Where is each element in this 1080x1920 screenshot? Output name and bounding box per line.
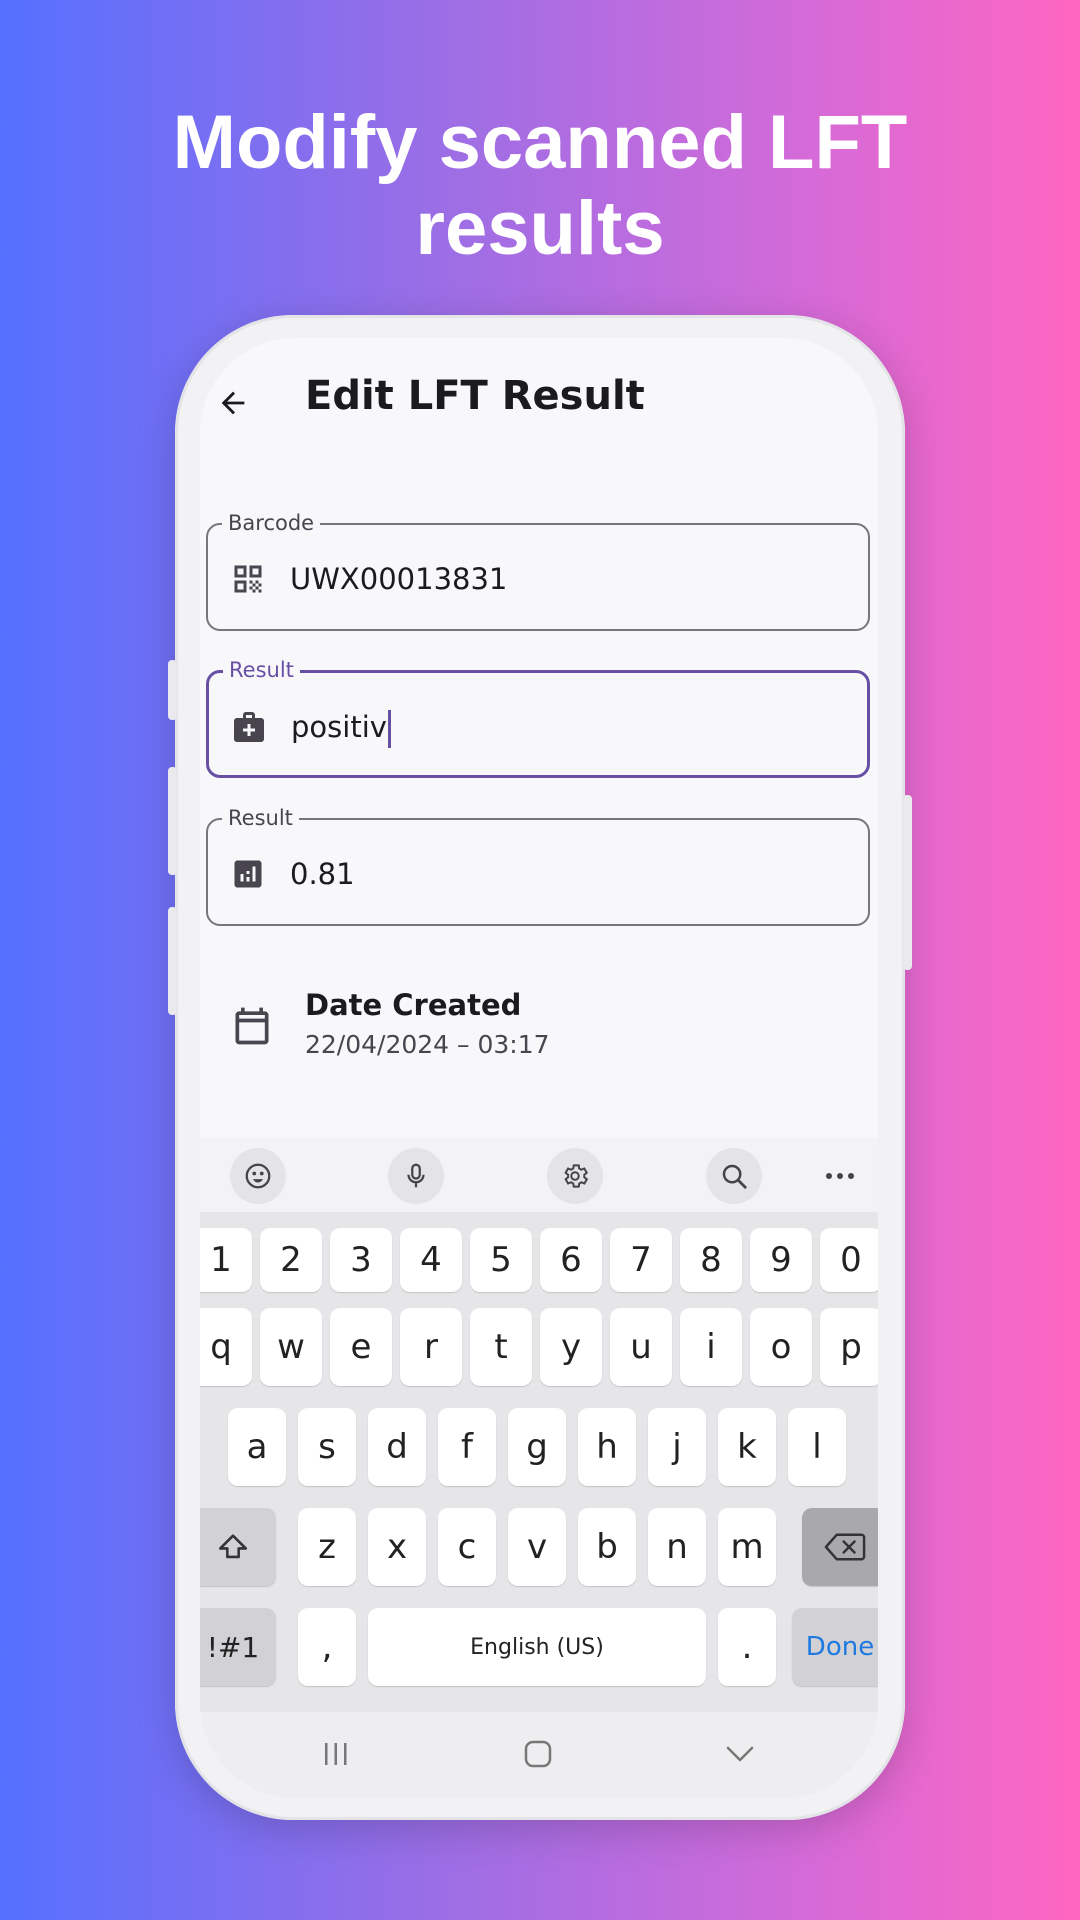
key-j[interactable]: j xyxy=(648,1408,706,1486)
more-icon xyxy=(826,1173,854,1179)
key-6[interactable]: 6 xyxy=(540,1228,602,1292)
comma-key[interactable]: , xyxy=(298,1608,356,1686)
key-5[interactable]: 5 xyxy=(470,1228,532,1292)
settings-icon xyxy=(564,1164,589,1188)
system-nav-bar xyxy=(200,1712,878,1798)
phone-volume-up-button xyxy=(168,767,177,875)
headline: Modify scanned LFT results xyxy=(0,100,1080,272)
home-icon xyxy=(524,1740,552,1768)
backspace-key[interactable] xyxy=(802,1508,878,1586)
shift-icon xyxy=(218,1534,248,1559)
key-m[interactable]: m xyxy=(718,1508,776,1586)
key-w[interactable]: w xyxy=(260,1308,322,1386)
key-k[interactable]: k xyxy=(718,1408,776,1486)
result-text-value: positiv xyxy=(291,710,387,744)
key-v[interactable]: v xyxy=(508,1508,566,1586)
symbols-key[interactable]: !#1 xyxy=(200,1608,276,1686)
backspace-icon xyxy=(824,1533,866,1561)
key-t[interactable]: t xyxy=(470,1308,532,1386)
barcode-label: Barcode xyxy=(222,511,321,535)
headline-line-2: results xyxy=(415,186,665,271)
key-e[interactable]: e xyxy=(330,1308,392,1386)
phone-side-button xyxy=(168,660,177,720)
result-text-input[interactable]: positiv xyxy=(291,707,391,748)
result-score-label: Result xyxy=(222,806,299,830)
medical-bag-icon xyxy=(234,712,264,742)
recents-icon xyxy=(325,1743,347,1765)
shift-key[interactable] xyxy=(200,1508,276,1586)
key-h[interactable]: h xyxy=(578,1408,636,1486)
key-a[interactable]: a xyxy=(228,1408,286,1486)
barcode-field[interactable]: Barcode UWX00013831 xyxy=(206,511,870,631)
key-z[interactable]: z xyxy=(298,1508,356,1586)
app-screen: Edit LFT Result Barcode UWX00013831 Resu… xyxy=(200,338,878,1798)
key-f[interactable]: f xyxy=(438,1408,496,1486)
done-key[interactable]: Done xyxy=(792,1608,878,1686)
key-d[interactable]: d xyxy=(368,1408,426,1486)
keyboard-settings-button[interactable] xyxy=(547,1148,603,1204)
qr-code-icon xyxy=(234,565,262,593)
emoji-button[interactable] xyxy=(230,1148,286,1204)
result-score-value: 0.81 xyxy=(290,857,355,891)
key-l[interactable]: l xyxy=(788,1408,846,1486)
date-created-value: 22/04/2024 – 03:17 xyxy=(305,1030,550,1059)
key-b[interactable]: b xyxy=(578,1508,636,1586)
period-key[interactable]: . xyxy=(718,1608,776,1686)
arrow-left-icon xyxy=(221,391,245,415)
keyboard-toolbar xyxy=(200,1138,878,1212)
phone-volume-down-button xyxy=(168,907,177,1015)
key-p[interactable]: p xyxy=(820,1308,878,1386)
recents-button[interactable] xyxy=(316,1734,356,1774)
date-created-label: Date Created xyxy=(305,988,522,1022)
back-chevron-icon xyxy=(726,1746,754,1762)
key-x[interactable]: x xyxy=(368,1508,426,1586)
soft-keyboard: 1 2 3 4 5 6 7 8 9 0 q w e r t y u i o p … xyxy=(200,1138,878,1798)
key-r[interactable]: r xyxy=(400,1308,462,1386)
key-2[interactable]: 2 xyxy=(260,1228,322,1292)
key-3[interactable]: 3 xyxy=(330,1228,392,1292)
key-u[interactable]: u xyxy=(610,1308,672,1386)
emoji-icon xyxy=(245,1163,271,1189)
key-s[interactable]: s xyxy=(298,1408,356,1486)
key-9[interactable]: 9 xyxy=(750,1228,812,1292)
result-text-field[interactable]: Result positiv xyxy=(206,658,870,778)
space-key[interactable]: English (US) xyxy=(368,1608,706,1686)
search-icon xyxy=(722,1164,747,1189)
key-4[interactable]: 4 xyxy=(400,1228,462,1292)
key-1[interactable]: 1 xyxy=(200,1228,252,1292)
result-score-field[interactable]: Result 0.81 xyxy=(206,806,870,926)
calendar-icon xyxy=(235,1007,269,1045)
app-bar: Edit LFT Result xyxy=(200,338,878,458)
date-created: Date Created 22/04/2024 – 03:17 xyxy=(230,988,830,1088)
back-nav-button[interactable] xyxy=(720,1734,760,1774)
headline-line-1: Modify scanned LFT xyxy=(172,100,908,185)
key-q[interactable]: q xyxy=(200,1308,252,1386)
barcode-value: UWX00013831 xyxy=(290,562,508,596)
microphone-icon xyxy=(407,1163,425,1188)
key-8[interactable]: 8 xyxy=(680,1228,742,1292)
home-button[interactable] xyxy=(518,1734,558,1774)
key-o[interactable]: o xyxy=(750,1308,812,1386)
back-button[interactable] xyxy=(208,378,258,428)
key-0[interactable]: 0 xyxy=(820,1228,878,1292)
keyboard-keys: 1 2 3 4 5 6 7 8 9 0 q w e r t y u i o p … xyxy=(200,1212,878,1712)
bar-chart-icon xyxy=(234,860,262,888)
more-options-button[interactable] xyxy=(812,1148,868,1204)
key-c[interactable]: c xyxy=(438,1508,496,1586)
result-text-label: Result xyxy=(223,658,300,682)
key-7[interactable]: 7 xyxy=(610,1228,672,1292)
key-i[interactable]: i xyxy=(680,1308,742,1386)
phone-power-button xyxy=(903,795,912,970)
voice-input-button[interactable] xyxy=(388,1148,444,1204)
key-g[interactable]: g xyxy=(508,1408,566,1486)
text-cursor xyxy=(387,710,391,748)
keyboard-search-button[interactable] xyxy=(706,1148,762,1204)
key-n[interactable]: n xyxy=(648,1508,706,1586)
key-y[interactable]: y xyxy=(540,1308,602,1386)
page-title: Edit LFT Result xyxy=(305,373,645,419)
